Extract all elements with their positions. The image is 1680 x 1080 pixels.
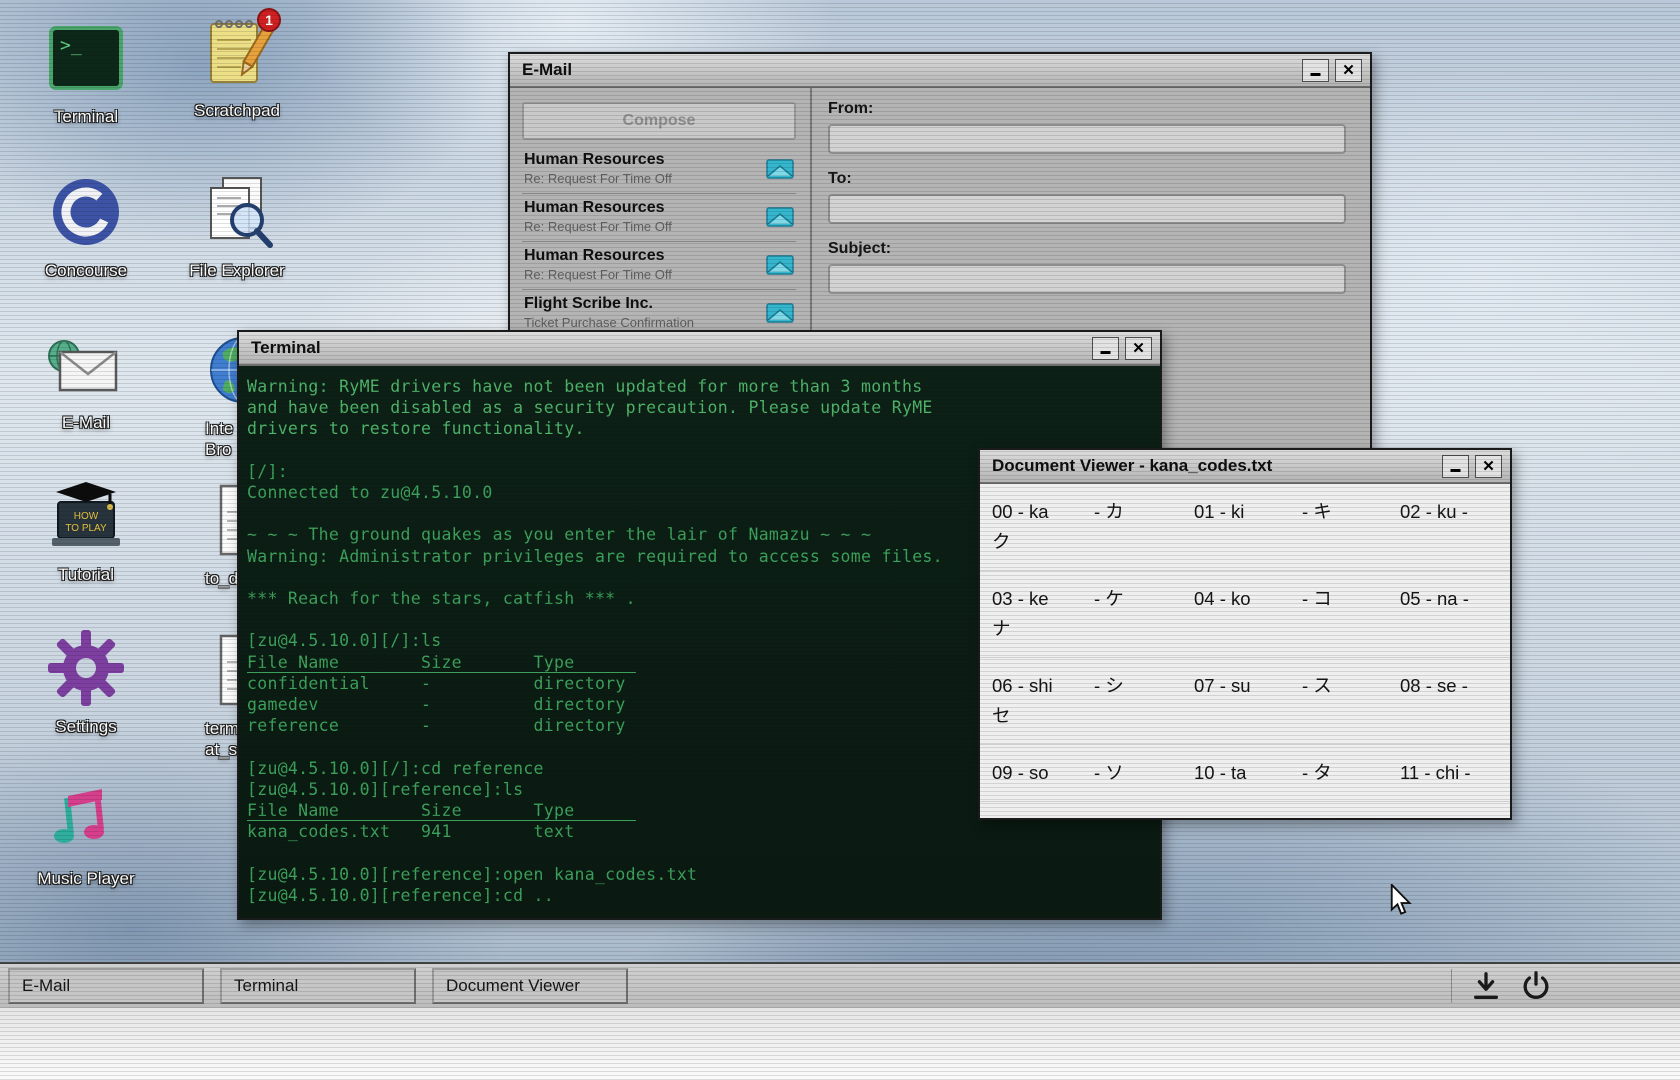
minimize-button[interactable]: ▬ [1442,455,1469,478]
email-subject: Re: Request For Time Off [524,171,760,186]
desktop-icon-music-player[interactable]: Music Player [16,780,156,889]
desktop-icon-email[interactable]: E-Mail [16,324,156,433]
minimize-button[interactable]: ▬ [1092,337,1119,360]
to-input[interactable] [828,194,1346,224]
close-button[interactable]: ✕ [1125,337,1152,360]
terminal-window-titlebar[interactable]: Terminal ▬ ✕ [239,332,1160,366]
notification-badge: 1 [257,8,281,32]
svg-text:TO PLAY: TO PLAY [65,523,107,534]
email-icon [46,324,126,404]
terminal-line: kana_codes.txt 941 text [247,821,1152,842]
terminal-icon: >_ [46,18,126,98]
terminal-line: [zu@4.5.10.0][reference]:open kana_codes… [247,864,1152,885]
taskbar: E-Mail Terminal Document Viewer [0,962,1680,1008]
subject-label: Subject: [828,240,1346,258]
terminal-line: [zu@4.5.10.0][reference]:cd .. [247,885,1152,906]
email-subject: Re: Request For Time Off [524,267,760,282]
email-sender: Human Resources [524,199,760,217]
taskbar-button-document-viewer[interactable]: Document Viewer [432,968,628,1004]
email-window-titlebar[interactable]: E-Mail ▬ ✕ [510,54,1370,88]
document-row: 06 - shi- シ07 - su- ス08 - se - セ [980,658,1510,745]
from-input[interactable] [828,124,1346,154]
desktop-icon-label: Concourse [16,260,156,281]
window-title: Terminal [251,338,1086,358]
desktop-icon-label: Settings [16,716,156,737]
subject-input[interactable] [828,264,1346,294]
document-viewer-window: Document Viewer - kana_codes.txt ▬ ✕ 00 … [978,448,1512,820]
desktop-icon-tutorial[interactable]: HOW TO PLAY Tutorial [16,476,156,585]
power-icon[interactable] [1520,970,1552,1002]
email-list-item[interactable]: Human Resources Re: Request For Time Off [522,146,796,194]
from-label: From: [828,100,1346,118]
envelope-icon [766,207,794,232]
svg-text:HOW: HOW [74,511,99,522]
gear-icon [46,628,126,708]
close-button[interactable]: ✕ [1475,455,1502,478]
desktop-icon-label: Scratchpad [167,100,307,121]
terminal-line [247,842,1152,863]
email-list-item[interactable]: Human Resources Re: Request For Time Off [522,194,796,242]
compose-button[interactable]: Compose [522,102,796,140]
document-row: 09 - so- ソ10 - ta- タ11 - chi - [980,745,1510,802]
taskbar-button-terminal[interactable]: Terminal [220,968,416,1004]
to-field: To: [828,170,1346,224]
desktop-icon-label: File Explorer [167,260,307,281]
email-subject: Ticket Purchase Confirmation [524,315,760,330]
email-list-item[interactable]: Human Resources Re: Request For Time Off [522,242,796,290]
scratchpad-icon: 1 [197,12,277,92]
desktop-icon-label: Tutorial [16,564,156,585]
email-sender: Human Resources [524,151,760,169]
terminal-line: and have been disabled as a security pre… [247,397,1152,418]
desktop-icon-terminal[interactable]: >_ Terminal [16,18,156,127]
desktop-icon-scratchpad[interactable]: 1 Scratchpad [167,12,307,121]
close-button[interactable]: ✕ [1335,59,1362,82]
desktop-icon-file-explorer[interactable]: File Explorer [167,172,307,281]
email-sender: Human Resources [524,247,760,265]
envelope-icon [766,255,794,280]
tutorial-icon: HOW TO PLAY [46,476,126,556]
window-title: Document Viewer - kana_codes.txt [992,456,1436,476]
minimize-button[interactable]: ▬ [1302,59,1329,82]
document-row: 00 - ka- カ01 - ki- キ02 - ku - ク [980,484,1510,571]
subject-field: Subject: [828,240,1346,294]
svg-text:>_: >_ [60,35,82,56]
desktop-icon-label: Music Player [16,868,156,889]
taskbar-button-email[interactable]: E-Mail [8,968,204,1004]
document-content[interactable]: 00 - ka- カ01 - ki- キ02 - ku - ク 03 - ke-… [980,484,1510,818]
concourse-icon [46,172,126,252]
window-title: E-Mail [522,60,1296,80]
email-subject: Re: Request For Time Off [524,219,760,234]
from-field: From: [828,100,1346,154]
desktop-icon-label: Terminal [16,106,156,127]
envelope-icon [766,303,794,328]
desktop-icon-settings[interactable]: Settings [16,628,156,737]
terminal-line: drivers to restore functionality. [247,418,1152,439]
document-viewer-titlebar[interactable]: Document Viewer - kana_codes.txt ▬ ✕ [980,450,1510,484]
terminal-line: Warning: RyME drivers have not been upda… [247,376,1152,397]
desktop: >_ Terminal 1 Scratchp [0,0,1680,1080]
desktop-icon-concourse[interactable]: Concourse [16,172,156,281]
email-sender: Flight Scribe Inc. [524,295,760,313]
file-explorer-icon [197,172,277,252]
envelope-icon [766,159,794,184]
screen-bezel-strip [0,1008,1680,1080]
document-row: 03 - ke- ケ04 - ko- コ05 - na - ナ [980,571,1510,658]
to-label: To: [828,170,1346,188]
music-notes-icon [46,780,126,860]
download-icon[interactable] [1470,970,1502,1002]
system-tray [1451,969,1552,1003]
desktop-icon-label: E-Mail [16,412,156,433]
